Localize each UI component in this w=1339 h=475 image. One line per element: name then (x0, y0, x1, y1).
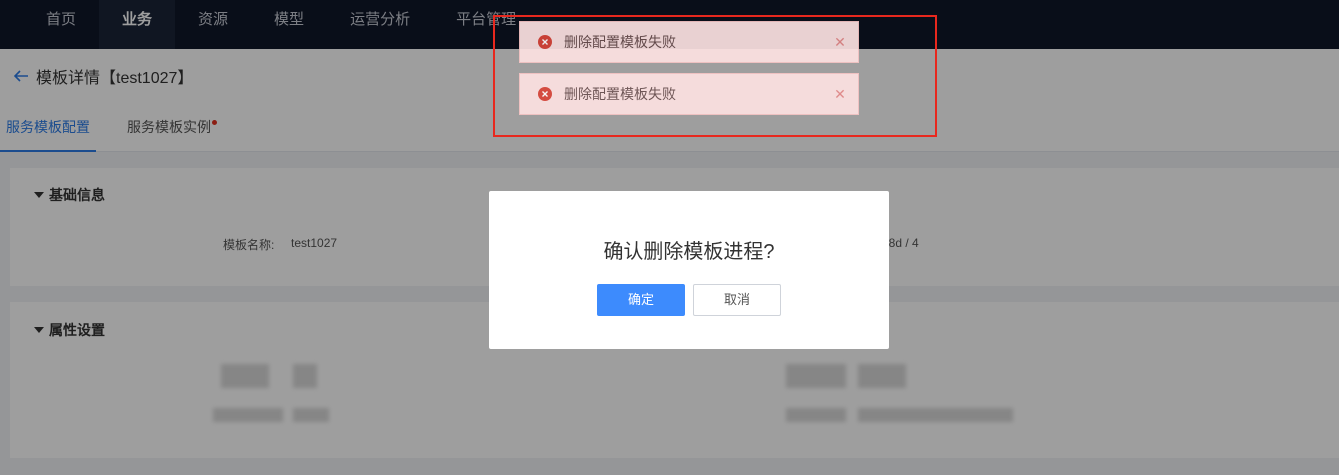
annotation-highlight-box (493, 15, 937, 137)
dialog-message: 确认删除模板进程? (603, 241, 775, 263)
confirm-dialog: 确认删除模板进程? 确定 取消 (489, 191, 889, 349)
cancel-button[interactable]: 取消 (693, 284, 781, 316)
confirm-button[interactable]: 确定 (597, 284, 685, 316)
